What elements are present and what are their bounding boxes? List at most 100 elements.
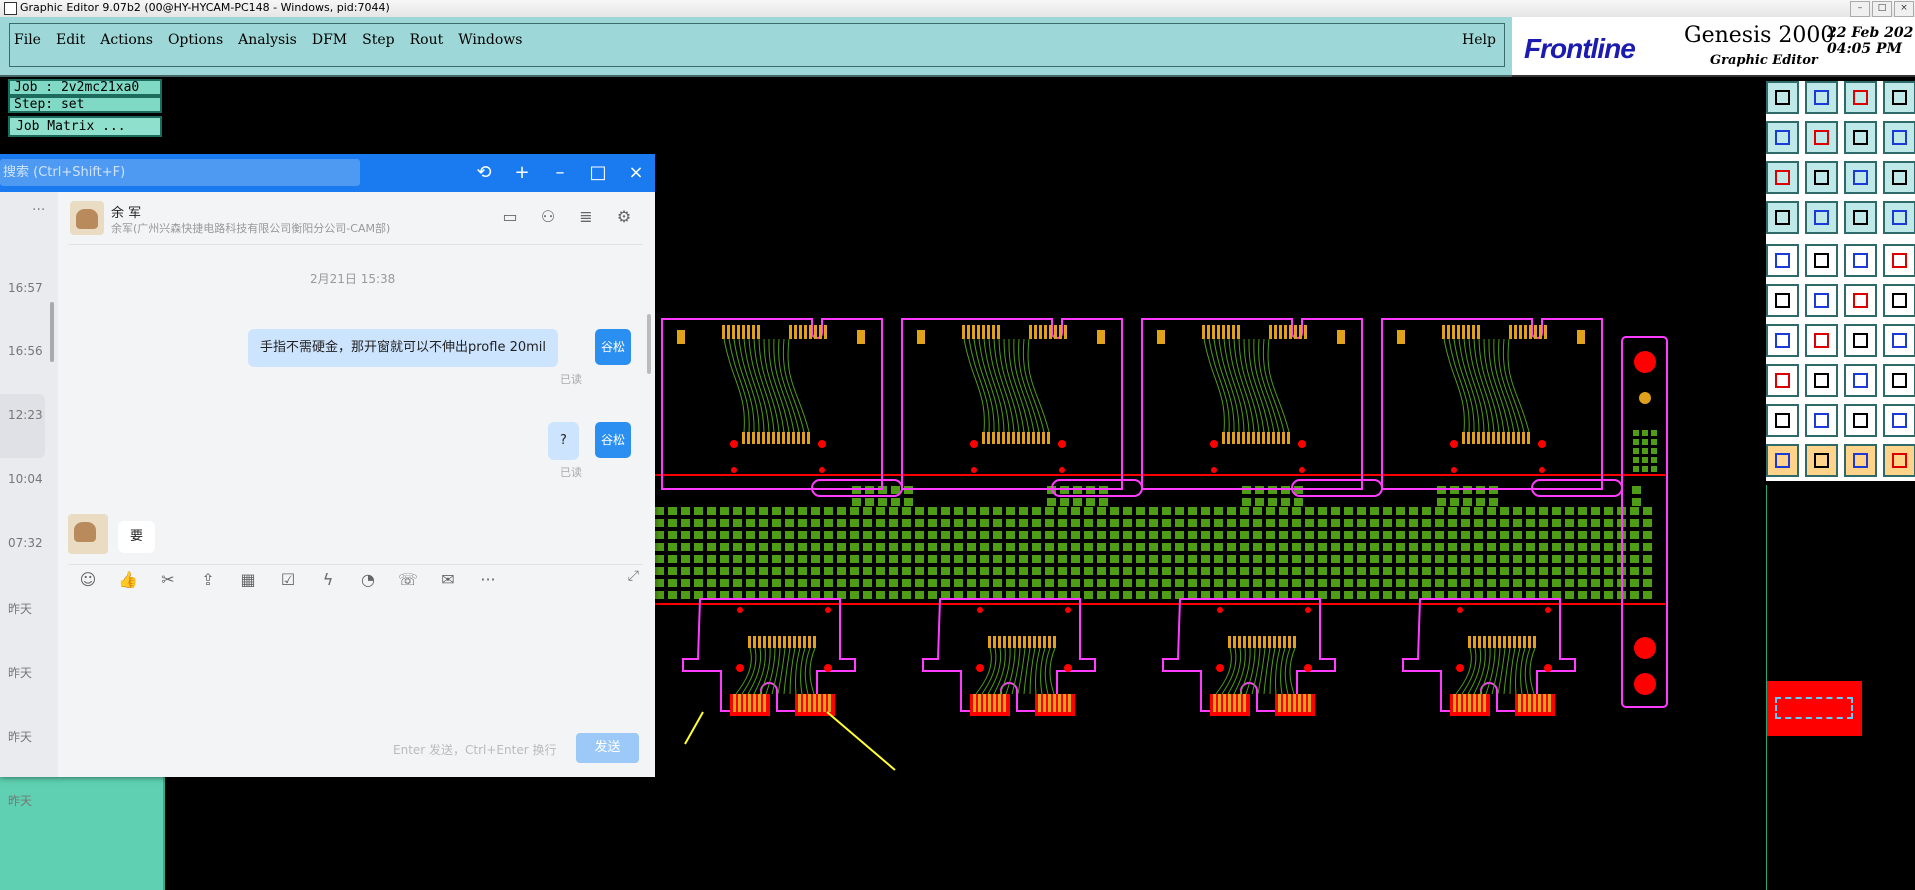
tool-button[interactable] xyxy=(1766,364,1799,397)
menu-actions[interactable]: Actions xyxy=(100,32,153,48)
message-bubble[interactable]: 手指不需硬金，那开窗就可以不伸出profle 20mil xyxy=(248,329,559,367)
avatar[interactable] xyxy=(68,514,108,554)
tool-button[interactable] xyxy=(1844,444,1877,477)
tool-button[interactable] xyxy=(1844,324,1877,357)
conversation-time[interactable]: 07:32 xyxy=(8,536,43,550)
tool-button[interactable] xyxy=(1766,244,1799,277)
avatar[interactable] xyxy=(70,201,104,235)
message-bubble[interactable]: ? xyxy=(548,422,579,460)
tool-button[interactable] xyxy=(1805,81,1838,114)
menu-dfm[interactable]: DFM xyxy=(312,32,347,48)
menu-rout[interactable]: Rout xyxy=(410,32,444,48)
tool-button[interactable] xyxy=(1805,324,1838,357)
upload-icon[interactable]: ⇪ xyxy=(188,565,228,595)
tool-button[interactable] xyxy=(1805,364,1838,397)
conversation-time[interactable]: 16:57 xyxy=(8,281,43,295)
tool-button[interactable] xyxy=(1844,161,1877,194)
selected-conversation[interactable] xyxy=(0,394,45,458)
add-user-icon[interactable]: ⚇ xyxy=(529,207,567,226)
menu-file[interactable]: File xyxy=(14,32,41,48)
maximize-icon[interactable]: □ xyxy=(579,154,617,192)
tool-button[interactable] xyxy=(1805,284,1838,317)
close-icon[interactable]: × xyxy=(1894,1,1914,17)
tool-button[interactable] xyxy=(1883,201,1915,234)
search-input[interactable]: 搜索 (Ctrl+Shift+F) xyxy=(0,159,360,186)
tool-button[interactable] xyxy=(1883,81,1915,114)
tool-button[interactable] xyxy=(1883,364,1915,397)
gear-icon[interactable]: ⚙ xyxy=(605,207,643,226)
tool-button[interactable] xyxy=(1766,161,1799,194)
pcb-canvas[interactable] xyxy=(655,82,1765,890)
message-scrollbar[interactable] xyxy=(647,314,651,374)
tool-button[interactable] xyxy=(1766,201,1799,234)
task-icon[interactable]: ☑ xyxy=(268,565,308,595)
scissors-icon[interactable]: ✂ xyxy=(148,565,188,595)
tool-button[interactable] xyxy=(1883,444,1915,477)
menu-step[interactable]: Step xyxy=(362,32,394,48)
restore-icon[interactable]: □ xyxy=(1872,1,1892,17)
tool-button[interactable] xyxy=(1805,244,1838,277)
folder-icon[interactable]: ▭ xyxy=(491,207,529,226)
mail-icon[interactable]: ✉ xyxy=(428,565,468,595)
history-icon[interactable]: ⟲ xyxy=(465,154,503,192)
tool-button[interactable] xyxy=(1766,444,1799,477)
tool-button[interactable] xyxy=(1805,201,1838,234)
tool-button[interactable] xyxy=(1883,244,1915,277)
send-button[interactable]: 发送 xyxy=(576,733,639,763)
conversation-time[interactable]: 昨天 xyxy=(8,664,32,681)
sender-avatar[interactable]: 谷松 xyxy=(595,329,631,365)
tool-button[interactable] xyxy=(1883,404,1915,437)
add-icon[interactable]: + xyxy=(503,154,541,192)
tool-button[interactable] xyxy=(1766,81,1799,114)
tool-button[interactable] xyxy=(1844,284,1877,317)
more-icon[interactable]: ··· xyxy=(32,202,45,218)
tool-icon xyxy=(1775,170,1790,185)
emoji-icon[interactable]: ☺ xyxy=(68,565,108,595)
tool-button[interactable] xyxy=(1805,404,1838,437)
tool-button[interactable] xyxy=(1883,324,1915,357)
search-history-icon[interactable]: ≣ xyxy=(567,207,605,226)
tool-button[interactable] xyxy=(1844,404,1877,437)
calendar-icon[interactable]: ▦ xyxy=(228,565,268,595)
list-scrollbar[interactable] xyxy=(50,302,54,362)
conversation-time[interactable]: 12:23 xyxy=(8,408,43,422)
tool-button[interactable] xyxy=(1766,121,1799,154)
tool-button[interactable] xyxy=(1766,324,1799,357)
minimize-icon[interactable]: – xyxy=(1850,1,1870,17)
menu-edit[interactable]: Edit xyxy=(56,32,85,48)
tool-button[interactable] xyxy=(1844,244,1877,277)
more-icon[interactable]: ··· xyxy=(468,565,508,595)
tool-button[interactable] xyxy=(1766,284,1799,317)
minimize-icon[interactable]: – xyxy=(541,154,579,192)
tool-button[interactable] xyxy=(1805,161,1838,194)
phone-icon[interactable]: ☏ xyxy=(388,565,428,595)
conversation-time[interactable]: 昨天 xyxy=(8,728,32,745)
tool-button[interactable] xyxy=(1844,364,1877,397)
conversation-time[interactable]: 10:04 xyxy=(8,472,43,486)
tool-button[interactable] xyxy=(1883,284,1915,317)
tool-button[interactable] xyxy=(1883,161,1915,194)
message-bubble[interactable]: 要 xyxy=(118,521,156,553)
menu-help[interactable]: Help xyxy=(1462,32,1496,48)
thumbs-up-icon[interactable]: 👍 xyxy=(108,565,148,595)
menu-windows[interactable]: Windows xyxy=(458,32,522,48)
menu-options[interactable]: Options xyxy=(168,32,223,48)
tool-button[interactable] xyxy=(1883,121,1915,154)
sender-avatar[interactable]: 谷松 xyxy=(595,422,631,458)
tool-button[interactable] xyxy=(1844,201,1877,234)
expand-icon[interactable]: ⤢ xyxy=(628,568,639,584)
job-matrix-button[interactable]: Job Matrix ... xyxy=(8,116,162,137)
tool-button[interactable] xyxy=(1766,404,1799,437)
tool-button[interactable] xyxy=(1844,121,1877,154)
remote-icon[interactable]: ◔ xyxy=(348,565,388,595)
tool-button[interactable] xyxy=(1844,81,1877,114)
close-icon[interactable]: × xyxy=(617,154,655,192)
conversation-time[interactable]: 昨天 xyxy=(8,600,32,617)
tool-button[interactable] xyxy=(1805,121,1838,154)
conversation-time[interactable]: 16:56 xyxy=(8,344,43,358)
tool-button[interactable] xyxy=(1805,444,1838,477)
conversation-time[interactable]: 昨天 xyxy=(8,792,32,809)
overview-map[interactable] xyxy=(1767,681,1862,736)
lightning-icon[interactable]: ϟ xyxy=(308,565,348,595)
menu-analysis[interactable]: Analysis xyxy=(238,32,297,48)
